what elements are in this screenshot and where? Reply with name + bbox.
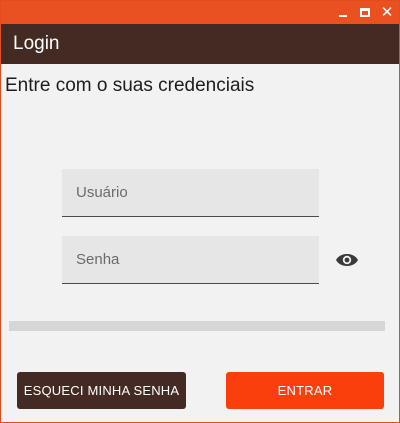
maximize-button[interactable] xyxy=(354,1,376,24)
window-title-bar[interactable]: ✕ xyxy=(1,1,399,24)
username-input[interactable] xyxy=(62,169,319,216)
username-field[interactable] xyxy=(62,169,319,217)
minimize-icon xyxy=(339,14,347,17)
login-window: ✕ Login Entre com o suas credenciais ESQ… xyxy=(0,0,400,423)
password-input[interactable] xyxy=(62,236,319,283)
forgot-password-button[interactable]: ESQUECI MINHA SENHA xyxy=(17,372,186,409)
page-subtitle: Entre com o suas credenciais xyxy=(5,75,255,96)
progress-bar xyxy=(9,321,385,331)
enter-button[interactable]: ENTRAR xyxy=(226,372,384,409)
minimize-button[interactable] xyxy=(332,1,354,24)
password-field[interactable] xyxy=(62,236,319,284)
maximize-icon xyxy=(360,8,370,17)
eye-icon[interactable] xyxy=(335,250,359,270)
close-icon: ✕ xyxy=(380,4,394,21)
app-bar-title: Login xyxy=(13,33,60,54)
close-button[interactable]: ✕ xyxy=(376,1,398,24)
app-bar: Login xyxy=(1,24,399,64)
